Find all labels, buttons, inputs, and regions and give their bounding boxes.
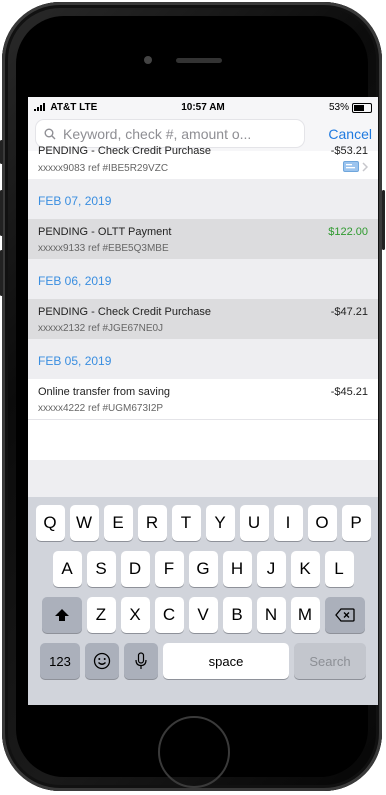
key-y[interactable]: Y [205, 505, 235, 541]
transaction-description: PENDING - Check Credit Purchase [38, 145, 211, 157]
date-header-label: FEB 07, 2019 [38, 194, 112, 208]
backspace-icon [334, 608, 355, 622]
transaction-list[interactable]: PENDING - Check Credit Purchase xxxxx908… [28, 145, 378, 460]
key-w[interactable]: W [69, 505, 99, 541]
search-key[interactable]: Search [294, 643, 366, 679]
transaction-amount: -$47.21 [330, 306, 368, 318]
transaction-row[interactable]: Online transfer from saving xxxxx4222 re… [28, 379, 378, 419]
search-icon [44, 128, 56, 139]
key-c[interactable]: C [154, 597, 184, 633]
shift-key[interactable] [41, 597, 82, 633]
date-header: FEB 07, 2019 [28, 179, 378, 219]
key-m[interactable]: M [290, 597, 320, 633]
earpiece-speaker [176, 58, 222, 63]
date-header: FEB 06, 2019 [28, 259, 378, 299]
delete-key[interactable] [324, 597, 365, 633]
screen: AT&T LTE 10:57 AM 53% Cancel PENDING - C… [28, 97, 378, 705]
key-u[interactable]: U [239, 505, 269, 541]
keyboard-row-2: A S D F G H J K L [28, 551, 378, 587]
transaction-amount: $122.00 [328, 226, 368, 238]
key-n[interactable]: N [256, 597, 286, 633]
key-a[interactable]: A [52, 551, 82, 587]
keyboard-row-3: Z X C V B N M [28, 597, 378, 633]
transaction-amount: -$53.21 [330, 145, 368, 157]
cancel-button[interactable]: Cancel [328, 126, 372, 142]
transaction-ref: xxxxx9083 ref #IBE5R29VZC [38, 163, 169, 174]
power-button[interactable] [382, 190, 385, 250]
key-z[interactable]: Z [86, 597, 116, 633]
space-key[interactable]: space [163, 643, 289, 679]
volume-down-button[interactable] [0, 250, 3, 296]
battery-percent: 53% [328, 102, 349, 113]
home-button[interactable] [158, 716, 230, 788]
keyboard-row-4: 123 space Search [28, 643, 378, 679]
key-g[interactable]: G [188, 551, 218, 587]
check-image-link[interactable] [343, 161, 368, 172]
key-x[interactable]: X [120, 597, 150, 633]
keyboard-row-1: Q W E R T Y U I O P [28, 505, 378, 541]
keyboard: Q W E R T Y U I O P A S D F G H J K L Z … [28, 497, 378, 705]
transaction-description: Online transfer from saving [38, 386, 171, 398]
key-i[interactable]: I [273, 505, 303, 541]
key-d[interactable]: D [120, 551, 150, 587]
volume-up-button[interactable] [0, 190, 3, 236]
search-field[interactable] [36, 120, 304, 147]
key-s[interactable]: S [86, 551, 116, 587]
check-image-icon [343, 161, 359, 172]
key-j[interactable]: J [256, 551, 286, 587]
key-l[interactable]: L [324, 551, 354, 587]
key-p[interactable]: P [341, 505, 371, 541]
key-t[interactable]: T [171, 505, 201, 541]
battery-icon [352, 102, 372, 113]
key-q[interactable]: Q [35, 505, 65, 541]
transaction-ref: xxxxx2132 ref #JGE67NE0J [38, 323, 164, 334]
battery: 53% [329, 102, 372, 113]
transaction-row[interactable]: PENDING - Check Credit Purchase xxxxx908… [28, 145, 378, 179]
date-header-label: FEB 06, 2019 [38, 274, 112, 288]
emoji-key[interactable] [85, 643, 119, 679]
transaction-amount: -$45.21 [330, 386, 368, 398]
status-bar: AT&T LTE 10:57 AM 53% [28, 97, 378, 117]
transaction-description: PENDING - OLTT Payment [38, 226, 172, 238]
date-header-label: FEB 05, 2019 [38, 354, 112, 368]
search-input[interactable] [61, 124, 301, 143]
transaction-row-partial[interactable] [28, 419, 378, 460]
key-h[interactable]: H [222, 551, 252, 587]
chevron-right-icon [362, 161, 368, 172]
front-camera [144, 56, 152, 64]
key-v[interactable]: V [188, 597, 218, 633]
mute-switch[interactable] [0, 140, 3, 164]
microphone-icon [135, 652, 147, 669]
key-e[interactable]: E [103, 505, 133, 541]
date-header: FEB 05, 2019 [28, 339, 378, 379]
status-time: 10:57 AM [181, 102, 225, 113]
transaction-row[interactable]: PENDING - Check Credit Purchase xxxxx213… [28, 299, 378, 339]
key-f[interactable]: F [154, 551, 184, 587]
numbers-key[interactable]: 123 [40, 643, 80, 679]
key-o[interactable]: O [307, 505, 337, 541]
transaction-row[interactable]: PENDING - OLTT Payment xxxxx9133 ref #EB… [28, 219, 378, 259]
key-b[interactable]: B [222, 597, 252, 633]
shift-arrow-icon [54, 609, 69, 621]
key-k[interactable]: K [290, 551, 320, 587]
transaction-ref: xxxxx9133 ref #EBE5Q3MBE [38, 243, 169, 254]
transaction-description: PENDING - Check Credit Purchase [38, 306, 211, 318]
dictation-key[interactable] [124, 643, 158, 679]
emoji-icon [93, 652, 111, 670]
key-r[interactable]: R [137, 505, 167, 541]
transaction-ref: xxxxx4222 ref #UGM673I2P [38, 403, 164, 414]
